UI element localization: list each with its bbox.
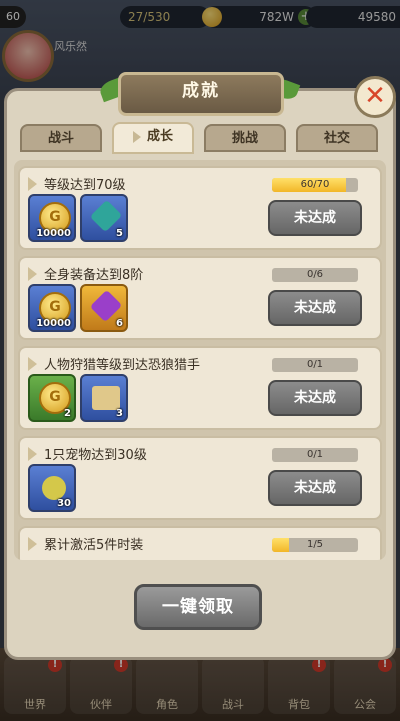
arrow-icon [132,130,141,143]
reward-slot[interactable]: 6 [80,284,128,332]
arrow-icon [28,267,37,281]
close-icon: ✕ [364,81,386,111]
achievement-list[interactable]: 等级达到70级 60/70 G 10000 5 未达成 全身装备达到8阶 0/6… [14,160,386,560]
achievement-title: 1只宠物达到30级 [44,448,147,463]
reward-slot[interactable]: G 10000 [28,194,76,242]
achievement-title: 全身装备达到8阶 [44,268,144,283]
close-button[interactable]: ✕ [354,76,396,118]
reward-qty: 5 [116,228,123,239]
progress-bar: 60/70 [272,178,358,192]
arrow-icon [28,357,37,371]
tab-label: 挑战 [231,131,258,146]
reward-qty: 10000 [36,318,71,329]
status-button[interactable]: 未达成 [268,380,362,416]
reward-slot[interactable]: 5 [80,194,128,242]
progress-bar: 0/1 [272,358,358,372]
arrow-icon [28,177,37,191]
arrow-icon [28,447,37,461]
reward-qty: 30 [57,498,71,509]
tab-label: 成长 [146,129,173,144]
fruit-icon [42,476,66,500]
reward-qty: 2 [64,408,71,419]
achievement-item: 1只宠物达到30级 0/1 30 未达成 [18,436,382,520]
reward-qty: 3 [116,408,123,419]
tab-challenge[interactable]: 挑战 [204,124,286,152]
status-button[interactable]: 未达成 [268,290,362,326]
reward-qty: 10000 [36,228,71,239]
tab-growth[interactable]: 成长 [112,122,194,154]
dialog-title: 成就 [118,72,284,116]
progress-text: 0/6 [306,269,324,280]
claim-all-button[interactable]: 一键领取 [134,584,262,630]
achievement-item: 等级达到70级 60/70 G 10000 5 未达成 [18,166,382,250]
arrow-icon [28,537,37,551]
progress-bar: 0/6 [272,268,358,282]
map-scroll-icon [92,386,120,410]
tab-bar: 战斗 成长 挑战 社交 [20,122,380,154]
progress-text: 60/70 [300,179,330,190]
reward-qty: 6 [116,318,123,329]
reward-slot[interactable]: G 10000 [28,284,76,332]
achievement-title: 等级达到70级 [44,178,126,193]
tab-label: 社交 [323,131,350,146]
tab-social[interactable]: 社交 [296,124,378,152]
achievement-title: 人物狩猎等级到达恐狼猎手 [44,358,201,373]
reward-slot[interactable]: 3 [80,374,128,422]
reward-slot[interactable]: G 2 [28,374,76,422]
progress-bar: 1/5 [272,538,358,552]
progress-text: 0/1 [306,359,324,370]
achievement-item: 人物狩猎等级到达恐狼猎手 0/1 G 2 3 未达成 [18,346,382,430]
progress-text: 0/1 [306,449,324,460]
achievement-item: 全身装备达到8阶 0/6 G 10000 6 未达成 [18,256,382,340]
achievement-title: 累计激活5件时装 [44,538,144,553]
progress-text: 1/5 [306,539,324,550]
status-button[interactable]: 未达成 [268,200,362,236]
status-button[interactable]: 未达成 [268,470,362,506]
reward-slot[interactable]: 30 [28,464,76,512]
tab-battle[interactable]: 战斗 [20,124,102,152]
progress-bar: 0/1 [272,448,358,462]
achievement-item: 累计激活5件时装 1/5 [18,526,382,560]
tab-label: 战斗 [47,131,74,146]
